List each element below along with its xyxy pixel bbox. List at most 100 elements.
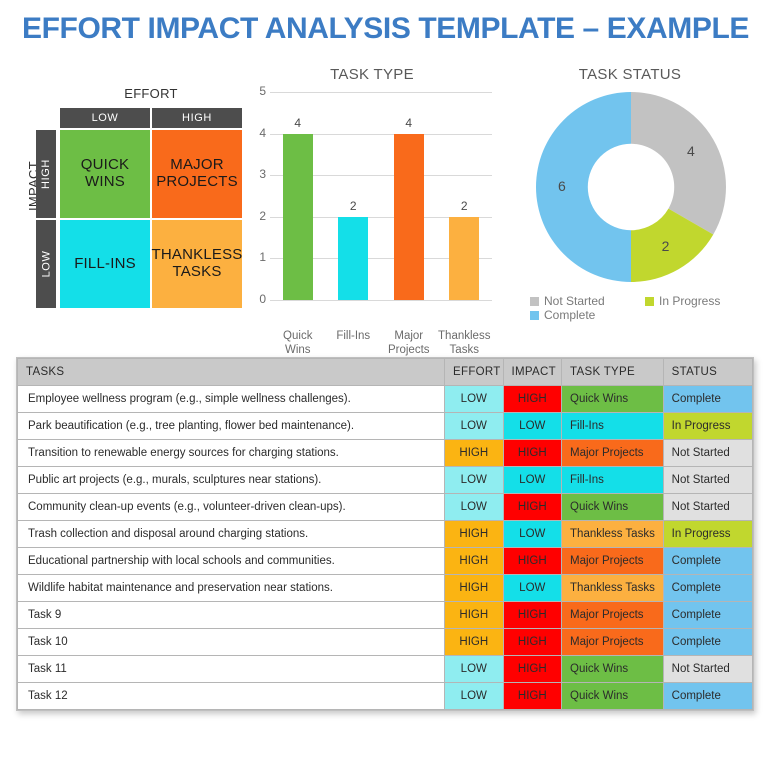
cell-status[interactable]: Not Started: [662, 439, 754, 467]
cell-effort[interactable]: HIGH: [444, 520, 504, 548]
cell-status[interactable]: Complete: [662, 547, 754, 575]
legend-item-complete[interactable]: Complete: [530, 308, 645, 322]
cell-status[interactable]: Complete: [662, 682, 754, 710]
cell-task-type[interactable]: Quick Wins: [561, 385, 664, 413]
cell-task-type[interactable]: Major Projects: [561, 547, 664, 575]
cell-status[interactable]: Complete: [662, 628, 754, 656]
bar-category-label-line2: Projects: [387, 343, 430, 356]
donut-slice-not-started[interactable]: [631, 92, 726, 235]
cell-effort[interactable]: LOW: [444, 682, 504, 710]
table-row[interactable]: Trash collection and disposal around cha…: [16, 520, 754, 548]
legend-item-not-started[interactable]: Not Started: [530, 294, 645, 308]
cell-impact[interactable]: HIGH: [502, 547, 563, 575]
legend-item-in-progress[interactable]: In Progress: [645, 294, 755, 308]
cell-impact[interactable]: HIGH: [502, 655, 563, 683]
cell-status[interactable]: Not Started: [662, 655, 754, 683]
table-row[interactable]: Public art projects (e.g., murals, sculp…: [16, 466, 754, 494]
matrix-quadrant-major-projects-line1: MAJOR: [170, 156, 224, 174]
cell-task-type[interactable]: Quick Wins: [561, 682, 664, 710]
table-row[interactable]: Transition to renewable energy sources f…: [16, 439, 754, 467]
cell-impact[interactable]: HIGH: [502, 439, 563, 467]
cell-task[interactable]: Task 12: [16, 682, 446, 710]
column-header-tasks[interactable]: TASKS: [16, 358, 446, 386]
legend-label: Not Started: [544, 294, 605, 308]
cell-impact[interactable]: HIGH: [502, 385, 563, 413]
cell-impact[interactable]: LOW: [502, 466, 563, 494]
cell-task-type[interactable]: Major Projects: [561, 601, 664, 629]
table-row[interactable]: Educational partnership with local schoo…: [16, 547, 754, 575]
cell-task[interactable]: Park beautification (e.g., tree planting…: [16, 412, 446, 440]
cell-task[interactable]: Public art projects (e.g., murals, sculp…: [16, 466, 446, 494]
bar-chart-y-tick: 5: [259, 84, 266, 98]
cell-effort[interactable]: HIGH: [444, 628, 504, 656]
table-row[interactable]: Park beautification (e.g., tree planting…: [16, 412, 754, 440]
cell-task[interactable]: Community clean-up events (e.g., volunte…: [16, 493, 446, 521]
cell-task[interactable]: Wildlife habitat maintenance and preserv…: [16, 574, 446, 602]
matrix-row-header-low: LOW: [36, 220, 56, 308]
bar-major-projects[interactable]: [393, 133, 424, 300]
column-header-status[interactable]: STATUS: [662, 358, 754, 386]
cell-impact[interactable]: HIGH: [502, 682, 563, 710]
cell-impact[interactable]: LOW: [502, 520, 563, 548]
cell-task-type[interactable]: Major Projects: [561, 439, 664, 467]
table-row[interactable]: Wildlife habitat maintenance and preserv…: [16, 574, 754, 602]
table-row[interactable]: Employee wellness program (e.g., simple …: [16, 385, 754, 413]
table-row[interactable]: Community clean-up events (e.g., volunte…: [16, 493, 754, 521]
table-row[interactable]: Task 12 LOW HIGH Quick Wins Complete: [16, 682, 754, 710]
cell-effort[interactable]: LOW: [444, 655, 504, 683]
cell-task[interactable]: Trash collection and disposal around cha…: [16, 520, 446, 548]
cell-status[interactable]: Not Started: [662, 466, 754, 494]
cell-effort[interactable]: HIGH: [444, 439, 504, 467]
cell-impact[interactable]: LOW: [502, 412, 563, 440]
cell-status[interactable]: Complete: [662, 574, 754, 602]
bar-fill-ins[interactable]: [338, 216, 369, 300]
donut-value-label: 6: [557, 178, 566, 194]
cell-effort[interactable]: LOW: [444, 466, 504, 494]
cell-task-type[interactable]: Fill-Ins: [561, 412, 664, 440]
matrix-quadrant-quick-wins[interactable]: QUICK WINS: [60, 130, 150, 218]
legend-swatch-icon: [645, 296, 654, 306]
cell-status[interactable]: Complete: [662, 601, 754, 629]
cell-impact[interactable]: HIGH: [502, 493, 563, 521]
cell-impact[interactable]: LOW: [502, 574, 563, 602]
cell-effort[interactable]: LOW: [444, 412, 504, 440]
bar-category-label-line2: Wins: [284, 343, 311, 356]
cell-task[interactable]: Employee wellness program (e.g., simple …: [16, 385, 446, 413]
cell-task-type[interactable]: Major Projects: [561, 628, 664, 656]
cell-task-type[interactable]: Thankless Tasks: [561, 574, 664, 602]
column-header-effort[interactable]: EFFORT: [444, 358, 504, 386]
cell-effort[interactable]: HIGH: [444, 547, 504, 575]
bar-quick-wins[interactable]: [282, 133, 313, 300]
bar-value-label: 4: [294, 115, 302, 130]
cell-effort[interactable]: LOW: [444, 385, 504, 413]
matrix-quadrant-thankless-tasks[interactable]: THANKLESS TASKS: [152, 220, 242, 308]
cell-task-type[interactable]: Thankless Tasks: [561, 520, 664, 548]
cell-task[interactable]: Task 11: [16, 655, 446, 683]
cell-effort[interactable]: HIGH: [444, 574, 504, 602]
cell-impact[interactable]: HIGH: [502, 628, 563, 656]
cell-status[interactable]: In Progress: [662, 520, 754, 548]
cell-task[interactable]: Transition to renewable energy sources f…: [16, 439, 446, 467]
matrix-quadrant-fill-ins[interactable]: FILL-INS: [60, 220, 150, 308]
cell-task-type[interactable]: Quick Wins: [561, 493, 664, 521]
cell-task[interactable]: Task 10: [16, 628, 446, 656]
table-row[interactable]: Task 10 HIGH HIGH Major Projects Complete: [16, 628, 754, 656]
cell-task[interactable]: Task 9: [16, 601, 446, 629]
cell-task-type[interactable]: Fill-Ins: [561, 466, 664, 494]
cell-effort[interactable]: LOW: [444, 493, 504, 521]
cell-status[interactable]: Complete: [662, 385, 754, 413]
matrix-quadrant-major-projects[interactable]: MAJOR PROJECTS: [152, 130, 242, 218]
column-header-impact[interactable]: IMPACT: [502, 358, 563, 386]
column-header-task-type[interactable]: TASK TYPE: [561, 358, 664, 386]
bar-thankless-tasks[interactable]: [449, 216, 480, 300]
cell-status[interactable]: Not Started: [662, 493, 754, 521]
cell-task[interactable]: Educational partnership with local schoo…: [16, 547, 446, 575]
cell-status[interactable]: In Progress: [662, 412, 754, 440]
cell-effort[interactable]: HIGH: [444, 601, 504, 629]
matrix-quadrant-thankless-tasks-line2: TASKS: [172, 263, 222, 280]
cell-impact[interactable]: HIGH: [502, 601, 563, 629]
bar-value-label: 2: [460, 198, 468, 213]
cell-task-type[interactable]: Quick Wins: [561, 655, 664, 683]
table-row[interactable]: Task 11 LOW HIGH Quick Wins Not Started: [16, 655, 754, 683]
table-row[interactable]: Task 9 HIGH HIGH Major Projects Complete: [16, 601, 754, 629]
